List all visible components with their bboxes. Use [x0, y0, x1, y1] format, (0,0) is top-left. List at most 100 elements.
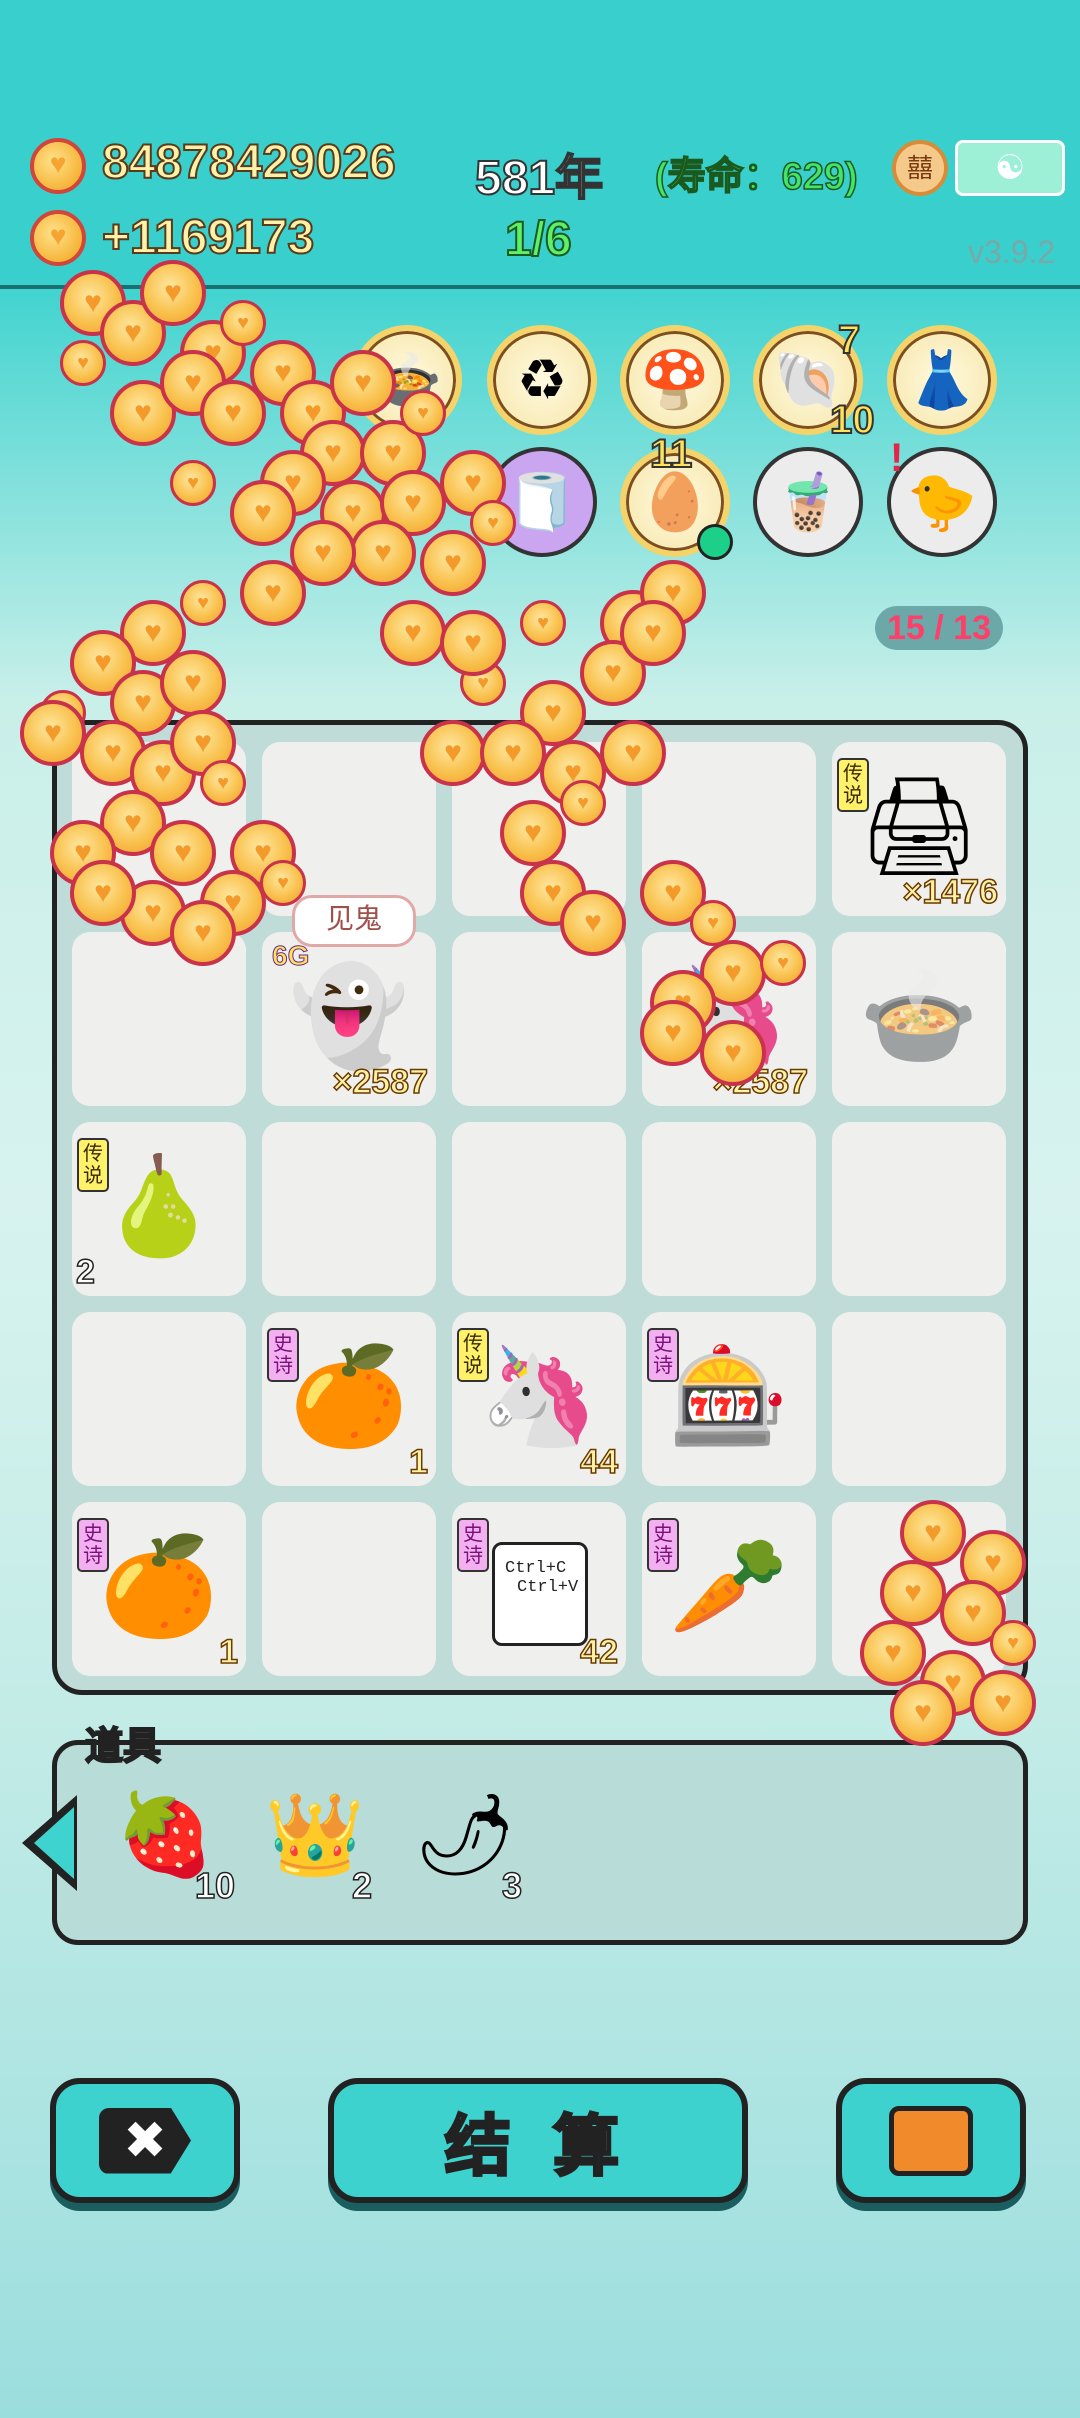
slot-counter: 15 / 13: [875, 606, 1003, 650]
speech-bubble: 见鬼: [292, 895, 416, 947]
version-label: v3.9.2: [968, 234, 1056, 270]
ready-dot: [697, 524, 733, 560]
chili-count: 3: [501, 1864, 523, 1907]
meditation-icon: ☯: [994, 149, 1026, 187]
flying-coin-icon: ♥: [170, 460, 216, 506]
chick-icon[interactable]: 🐤: [887, 447, 997, 557]
item-count: 1: [408, 1442, 428, 1482]
flying-coin-icon: ♥: [500, 800, 566, 866]
cooker-cell[interactable]: 🍲: [832, 932, 1006, 1106]
gashapon-icon: 🎰: [669, 1343, 789, 1450]
mushroom-cloud-icon[interactable]: 🍄: [620, 325, 730, 435]
ghost-king-icon: 👻: [289, 963, 409, 1070]
flying-coin-icon: ♥: [480, 720, 546, 786]
flying-coin-icon: ♥: [690, 900, 736, 946]
flying-coin-icon: ♥: [520, 600, 566, 646]
shell-bottom-count: 10: [829, 397, 875, 443]
flying-coin-icon: ♥: [600, 720, 666, 786]
flying-coin-icon: ♥: [260, 860, 306, 906]
orange-icon: 🍊: [289, 1343, 409, 1450]
printer-icon: 🖨: [858, 773, 980, 880]
carrot-icon: 🥕: [669, 1533, 789, 1640]
orange-cell[interactable]: 史诗 🍊 1: [262, 1312, 436, 1486]
crown-count: 2: [351, 1864, 373, 1907]
copy-paste-cell[interactable]: 史诗 Ctrl+C Ctrl+V 42: [452, 1502, 626, 1676]
printer-cell[interactable]: 传说 🖨 ×1476: [832, 742, 1006, 916]
double-happiness-icon[interactable]: 囍: [892, 140, 948, 196]
settle-label: 结 算: [443, 2107, 632, 2184]
board-cell[interactable]: [72, 1312, 246, 1486]
flying-coin-icon: ♥: [330, 350, 396, 416]
unicorn-icon: 🦄: [479, 1343, 599, 1450]
item-count: ×2587: [332, 1062, 429, 1102]
bubble-tea-icon[interactable]: 🧋: [753, 447, 863, 557]
flying-coin-icon: ♥: [70, 860, 136, 926]
briefcase-icon: [889, 2105, 973, 2176]
item-count: 44: [579, 1442, 618, 1482]
flying-coin-icon: ♥: [440, 610, 506, 676]
settle-button[interactable]: 结 算: [328, 2078, 748, 2203]
item-count: 42: [579, 1632, 618, 1672]
ghost-king-cell[interactable]: 👻 6G ×2587: [262, 932, 436, 1106]
rarity-tag: 史诗: [457, 1518, 489, 1572]
flying-coin-icon: ♥: [60, 340, 106, 386]
skirt-icon[interactable]: 👗: [887, 325, 997, 435]
flying-coin-icon: ♥: [180, 580, 226, 626]
lifespan: (寿命：629): [654, 155, 858, 199]
flying-coin-icon: ♥: [230, 480, 296, 546]
board-cell[interactable]: [262, 1122, 436, 1296]
coin-icon: [30, 210, 86, 266]
meditation-button[interactable]: ☯: [955, 140, 1065, 196]
income-amount: +1169173: [101, 210, 315, 265]
cooker-icon: 🍲: [859, 963, 979, 1070]
flying-coin-icon: ♥: [700, 1020, 766, 1086]
recycle-icon[interactable]: ♻: [487, 325, 597, 435]
item-count: 2: [75, 1252, 95, 1292]
flying-coin-icon: ♥: [420, 530, 486, 596]
money-amount: 84878429026: [101, 135, 397, 190]
flying-coin-icon: ♥: [160, 650, 226, 716]
inventory-button[interactable]: [836, 2078, 1026, 2203]
flying-coin-icon: ♥: [140, 260, 206, 326]
flying-coin-icon: ♥: [560, 780, 606, 826]
flying-coin-icon: ♥: [890, 1680, 956, 1746]
gashapon-cell[interactable]: 史诗 🎰: [642, 1312, 816, 1486]
close-icon: ✖: [99, 2107, 191, 2174]
board-cell[interactable]: [452, 1122, 626, 1296]
carrot-cell[interactable]: 史诗 🥕: [642, 1502, 816, 1676]
pear-cell[interactable]: 传说 🍐 2: [72, 1122, 246, 1296]
current-year: 581年: [474, 151, 604, 206]
flying-coin-icon: ♥: [880, 1560, 946, 1626]
egg-tray-count: 11: [649, 431, 693, 477]
flying-coin-icon: ♥: [970, 1670, 1036, 1736]
prev-arrow-icon[interactable]: [22, 1795, 77, 1891]
copy-text: Ctrl+C: [505, 1559, 567, 1578]
flying-coin-icon: ♥: [420, 720, 486, 786]
paste-text: Ctrl+V: [517, 1578, 579, 1597]
pear-icon: 🍐: [99, 1153, 219, 1260]
flying-coin-icon: ♥: [400, 390, 446, 436]
flying-coin-icon: ♥: [640, 1000, 706, 1066]
flying-coin-icon: ♥: [760, 940, 806, 986]
item-count: 1: [218, 1632, 238, 1672]
item-count: ×1476: [902, 872, 999, 912]
board-cell[interactable]: [832, 1122, 1006, 1296]
flying-coin-icon: ♥: [200, 760, 246, 806]
shell-top-count: 7: [837, 317, 861, 363]
coin-icon: [30, 138, 86, 194]
orange-cell[interactable]: 史诗 🍊 1: [72, 1502, 246, 1676]
board-cell[interactable]: [452, 932, 626, 1106]
flying-coin-icon: ♥: [860, 1620, 926, 1686]
flying-coin-icon: ♥: [20, 700, 86, 766]
flying-coin-icon: ♥: [900, 1500, 966, 1566]
board-cell[interactable]: [262, 1502, 436, 1676]
exit-button[interactable]: ✖: [50, 2078, 240, 2203]
flying-coin-icon: ♥: [620, 600, 686, 666]
tools-title: 道具: [84, 1725, 162, 1769]
board-cell[interactable]: [832, 1312, 1006, 1486]
flying-coin-icon: ♥: [470, 500, 516, 546]
board-cell[interactable]: [642, 1122, 816, 1296]
stage-progress: 1/6: [504, 212, 573, 267]
unicorn-cell[interactable]: 传说 🦄 44: [452, 1312, 626, 1486]
flying-coin-icon: ♥: [990, 1620, 1036, 1666]
